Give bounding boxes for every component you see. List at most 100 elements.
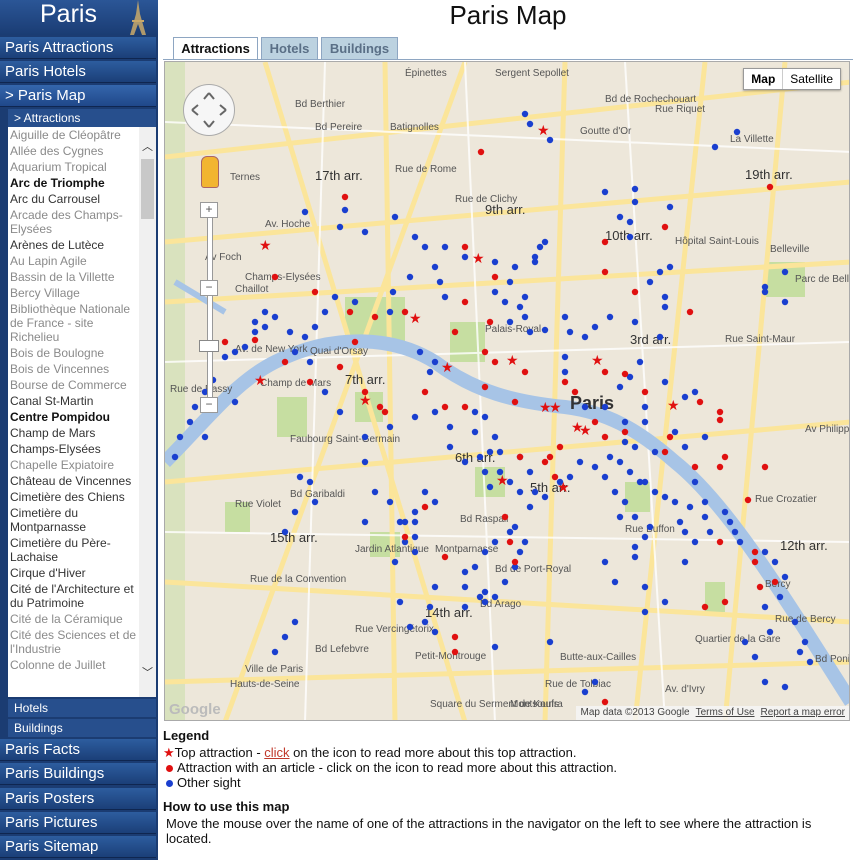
map-canvas[interactable]: Épinettes Sergent Sepollet Bd Berthier Bd P… <box>164 61 850 721</box>
other-sight-marker[interactable] <box>601 403 609 411</box>
other-sight-marker[interactable] <box>231 398 239 406</box>
nav-paris-buildings[interactable]: Paris Buildings <box>0 763 156 785</box>
attraction-article-marker[interactable] <box>721 598 729 606</box>
other-sight-marker[interactable] <box>481 598 489 606</box>
tab-buildings[interactable]: Buildings <box>321 37 398 59</box>
attraction-list-item[interactable]: Centre Pompidou <box>10 410 138 424</box>
other-sight-marker[interactable] <box>361 228 369 236</box>
other-sight-marker[interactable] <box>646 278 654 286</box>
attraction-list-item[interactable]: Cité de l'Architecture et du Patrimoine <box>10 582 138 610</box>
other-sight-marker[interactable] <box>606 453 614 461</box>
other-sight-marker[interactable] <box>541 493 549 501</box>
scroll-up-icon[interactable]: ︿ <box>139 139 156 156</box>
other-sight-marker[interactable] <box>491 288 499 296</box>
terms-of-use-link[interactable]: Terms of Use <box>696 706 755 720</box>
other-sight-marker[interactable] <box>581 688 589 696</box>
other-sight-marker[interactable] <box>291 508 299 516</box>
attraction-article-marker[interactable] <box>461 403 469 411</box>
other-sight-marker[interactable] <box>336 223 344 231</box>
other-sight-marker[interactable] <box>431 583 439 591</box>
attraction-article-marker[interactable] <box>306 378 314 386</box>
other-sight-marker[interactable] <box>411 518 419 526</box>
attraction-article-marker[interactable] <box>756 583 764 591</box>
attraction-article-marker[interactable] <box>376 403 384 411</box>
other-sight-marker[interactable] <box>631 318 639 326</box>
top-attraction-star-marker[interactable]: ★ <box>506 352 519 368</box>
top-attraction-star-marker[interactable]: ★ <box>259 237 272 253</box>
top-attraction-star-marker[interactable]: ★ <box>537 122 550 138</box>
other-sight-marker[interactable] <box>526 328 534 336</box>
attraction-list-item[interactable]: Allée des Cygnes <box>10 144 138 158</box>
attraction-article-marker[interactable] <box>511 398 519 406</box>
other-sight-marker[interactable] <box>526 503 534 511</box>
other-sight-marker[interactable] <box>461 253 469 261</box>
attraction-article-marker[interactable] <box>716 408 724 416</box>
attraction-article-marker[interactable] <box>451 328 459 336</box>
other-sight-marker[interactable] <box>411 233 419 241</box>
other-sight-marker[interactable] <box>271 313 279 321</box>
attraction-list-item[interactable]: Colonne de Juillet <box>10 658 138 672</box>
other-sight-marker[interactable] <box>661 493 669 501</box>
other-sight-marker[interactable] <box>666 263 674 271</box>
other-sight-marker[interactable] <box>431 628 439 636</box>
other-sight-marker[interactable] <box>426 368 434 376</box>
attraction-list-item[interactable]: Cimetière du Montparnasse <box>10 506 138 534</box>
attraction-article-marker[interactable] <box>251 336 259 344</box>
attraction-article-marker[interactable] <box>351 338 359 346</box>
other-sight-marker[interactable] <box>631 513 639 521</box>
nav-paris-posters[interactable]: Paris Posters <box>0 788 156 810</box>
scroll-down-icon[interactable]: ﹀ <box>139 665 156 682</box>
other-sight-marker[interactable] <box>291 348 299 356</box>
other-sight-marker[interactable] <box>641 478 649 486</box>
other-sight-marker[interactable] <box>561 353 569 361</box>
other-sight-marker[interactable] <box>581 333 589 341</box>
other-sight-marker[interactable] <box>641 418 649 426</box>
other-sight-marker[interactable] <box>686 503 694 511</box>
other-sight-marker[interactable] <box>421 243 429 251</box>
attraction-article-marker[interactable] <box>561 378 569 386</box>
other-sight-marker[interactable] <box>781 683 789 691</box>
other-sight-marker[interactable] <box>281 528 289 536</box>
other-sight-marker[interactable] <box>766 628 774 636</box>
tab-hotels[interactable]: Hotels <box>261 37 318 59</box>
other-sight-marker[interactable] <box>636 358 644 366</box>
attraction-list-item[interactable]: Cimetière des Chiens <box>10 490 138 504</box>
other-sight-marker[interactable] <box>461 458 469 466</box>
other-sight-marker[interactable] <box>486 448 494 456</box>
other-sight-marker[interactable] <box>761 288 769 296</box>
attraction-list-item[interactable]: Bois de Vincennes <box>10 362 138 376</box>
attraction-article-marker[interactable] <box>381 408 389 416</box>
other-sight-marker[interactable] <box>591 463 599 471</box>
other-sight-marker[interactable] <box>191 403 199 411</box>
other-sight-marker[interactable] <box>781 298 789 306</box>
attraction-article-marker[interactable] <box>751 548 759 556</box>
other-sight-marker[interactable] <box>186 418 194 426</box>
other-sight-marker[interactable] <box>626 233 634 241</box>
other-sight-marker[interactable] <box>411 533 419 541</box>
other-sight-marker[interactable] <box>471 408 479 416</box>
other-sight-marker[interactable] <box>801 638 809 646</box>
attraction-article-marker[interactable] <box>501 513 509 521</box>
attraction-article-marker[interactable] <box>541 458 549 466</box>
other-sight-marker[interactable] <box>231 348 239 356</box>
attraction-article-marker[interactable] <box>771 578 779 586</box>
nav-paris-attractions[interactable]: Paris Attractions <box>0 37 156 59</box>
other-sight-marker[interactable] <box>386 423 394 431</box>
zoom-out-button[interactable]: − <box>200 397 218 413</box>
top-attraction-star-marker[interactable]: ★ <box>254 372 267 388</box>
other-sight-marker[interactable] <box>776 593 784 601</box>
attraction-article-marker[interactable] <box>481 383 489 391</box>
attraction-list-item[interactable]: Champ de Mars <box>10 426 138 440</box>
attraction-article-marker[interactable] <box>601 698 609 706</box>
other-sight-marker[interactable] <box>806 658 814 666</box>
attraction-article-marker[interactable] <box>401 533 409 541</box>
attraction-list-item[interactable]: Aiguille de Cléopâtre <box>10 128 138 142</box>
other-sight-marker[interactable] <box>796 648 804 656</box>
other-sight-marker[interactable] <box>626 468 634 476</box>
other-sight-marker[interactable] <box>491 593 499 601</box>
other-sight-marker[interactable] <box>661 293 669 301</box>
other-sight-marker[interactable] <box>591 678 599 686</box>
attraction-list-item[interactable]: Arènes de Lutèce <box>10 238 138 252</box>
other-sight-marker[interactable] <box>526 120 534 128</box>
other-sight-marker[interactable] <box>521 110 529 118</box>
